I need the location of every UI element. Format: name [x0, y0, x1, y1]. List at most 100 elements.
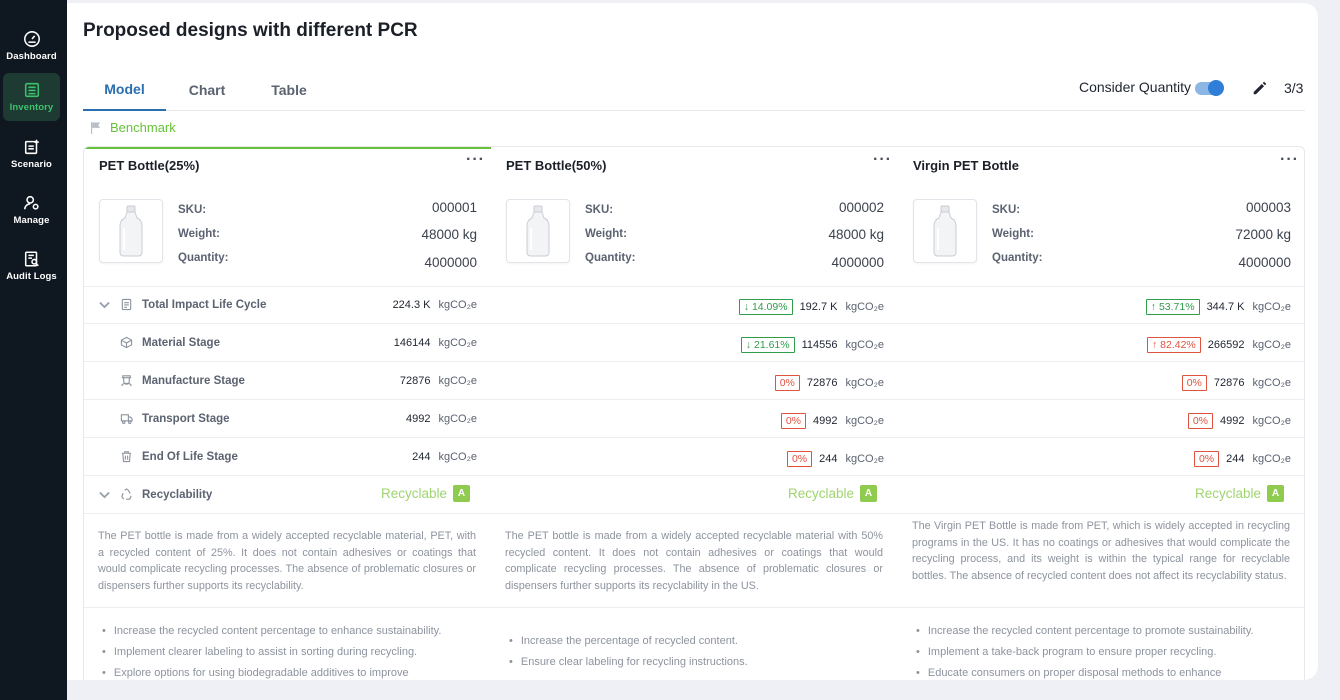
row-manufacture-stage: Manufacture Stage: [120, 374, 245, 387]
consider-quantity-toggle[interactable]: [1195, 80, 1224, 96]
grade-badge: A: [1267, 485, 1284, 502]
nav-inventory[interactable]: Inventory: [3, 73, 60, 121]
pencil-icon[interactable]: [1251, 79, 1269, 97]
quantity-value: 4000000: [1238, 255, 1291, 270]
row-material-stage: Material Stage: [120, 336, 220, 349]
chevron-down-icon: [99, 301, 110, 309]
quantity-label: Quantity:: [992, 252, 1043, 264]
suggestion-item: Increase the recycled content percentage…: [916, 621, 1296, 642]
tab-chart[interactable]: Chart: [181, 69, 233, 111]
emission-value: 72876: [399, 375, 431, 387]
truck-icon: [120, 414, 133, 424]
unit-label: kgCO₂e: [438, 337, 477, 349]
recycle-icon: [121, 488, 132, 500]
nav-audit-logs[interactable]: Audit Logs: [3, 242, 60, 290]
divider: [84, 607, 1304, 608]
nav-label: Scenario: [11, 159, 52, 170]
quantity-value: 4000000: [831, 255, 884, 270]
unit-label: kgCO₂e: [438, 375, 477, 387]
emission-value: 4992: [1220, 415, 1245, 427]
nav-dashboard[interactable]: Dashboard: [3, 22, 60, 70]
weight-value: 48000 kg: [828, 227, 884, 242]
bottle-icon: [526, 205, 550, 257]
transport-value: 4992 kgCO₂e: [406, 413, 477, 425]
emission-value: 72876: [806, 377, 838, 389]
row-recyclability[interactable]: Recyclability: [98, 488, 212, 501]
unit-label: kgCO₂e: [845, 301, 884, 313]
bottle-icon: [119, 205, 143, 257]
unit-label: kgCO₂e: [1252, 415, 1291, 427]
total-value: ↑ 53.71% 344.7 K kgCO₂e: [1145, 299, 1291, 315]
recyclable-label: Recyclable: [787, 486, 854, 501]
divider: [84, 399, 1304, 400]
cube-icon: [120, 336, 133, 349]
recyclability-status: Recyclable A: [1195, 485, 1284, 502]
change-badge: 0%: [786, 451, 813, 467]
change-badge: ↓ 21.61%: [740, 337, 795, 353]
divider: [84, 323, 1304, 324]
sidebar: Dashboard Inventory Scenario Manage Audi…: [0, 0, 67, 700]
toggle-knob: [1208, 80, 1224, 96]
suggestion-list: Increase the recycled content percentage…: [102, 621, 482, 680]
change-badge: 0%: [774, 375, 800, 391]
divider: [84, 286, 1304, 287]
row-label: Recyclability: [142, 488, 213, 501]
weight-value: 72000 kg: [1235, 227, 1291, 242]
divider: [84, 361, 1304, 362]
comparison-card: PET Bottle(25%) ··· SKU: 000001 Weight: 48000…: [83, 146, 1305, 680]
transport-value: 0% 4992 kgCO₂e: [1187, 413, 1291, 429]
main-panel: Proposed designs with different PCR Mode…: [67, 3, 1318, 680]
emission-value: 146144: [393, 337, 431, 349]
more-options-icon[interactable]: ···: [873, 151, 892, 169]
emission-value: 266592: [1207, 339, 1245, 351]
quantity-label: Quantity:: [585, 252, 636, 264]
product-image: [913, 199, 977, 263]
nav-manage[interactable]: Manage: [3, 186, 60, 234]
tab-table[interactable]: Table: [263, 69, 315, 111]
row-label: End Of Life Stage: [142, 450, 238, 463]
emission-value: 244: [819, 453, 838, 465]
divider: [84, 513, 1304, 514]
recyclability-status: Recyclable A: [788, 485, 877, 502]
nav-label: Manage: [13, 215, 50, 226]
tab-model[interactable]: Model: [83, 69, 166, 111]
recyclable-label: Recyclable: [380, 486, 447, 501]
transport-value: 0% 4992 kgCO₂e: [780, 413, 884, 429]
unit-label: kgCO₂e: [438, 299, 477, 311]
more-options-icon[interactable]: ···: [466, 151, 485, 169]
unit-label: kgCO₂e: [1252, 377, 1291, 389]
change-badge: 0%: [1193, 451, 1220, 467]
eol-value: 0% 244 kgCO₂e: [786, 451, 884, 467]
bottle-icon: [933, 205, 957, 257]
worker-icon: [121, 375, 132, 387]
page-title: Proposed designs with different PCR: [83, 20, 418, 41]
grade-badge: A: [860, 485, 877, 502]
unit-label: kgCO₂e: [845, 415, 884, 427]
weight-label: Weight:: [585, 228, 627, 240]
sku-value: 000001: [431, 200, 477, 215]
recyclable-label: Recyclable: [1194, 486, 1261, 501]
unit-label: kgCO₂e: [1252, 453, 1291, 465]
unit-label: kgCO₂e: [845, 377, 884, 389]
nav-label: Inventory: [9, 102, 54, 113]
consider-quantity-label: Consider Quantity: [1079, 79, 1192, 95]
nav-scenario[interactable]: Scenario: [3, 130, 60, 178]
suggestion-item: Implement a take-back program to ensure …: [916, 642, 1296, 663]
weight-label: Weight:: [178, 228, 220, 240]
row-label: Material Stage: [142, 336, 220, 349]
more-options-icon[interactable]: ···: [1280, 151, 1299, 169]
chevron-down-icon: [99, 491, 110, 499]
unit-label: kgCO₂e: [1252, 339, 1291, 351]
flag-icon: [91, 121, 101, 134]
benchmark-tag[interactable]: Benchmark: [89, 120, 176, 135]
divider: [84, 437, 1304, 438]
suggestion-item: Educate consumers on proper disposal met…: [916, 663, 1296, 680]
unit-label: kgCO₂e: [845, 339, 884, 351]
row-total-impact[interactable]: Total Impact Life Cycle: [98, 298, 266, 311]
benchmark-label: Benchmark: [110, 120, 176, 135]
emission-value: 244: [412, 451, 431, 463]
emission-value: 244: [1226, 453, 1245, 465]
manufacture-value: 0% 72876 kgCO₂e: [1181, 375, 1291, 391]
row-label: Transport Stage: [142, 412, 230, 425]
suggestion-item: Explore options for using biodegradable …: [102, 663, 482, 680]
